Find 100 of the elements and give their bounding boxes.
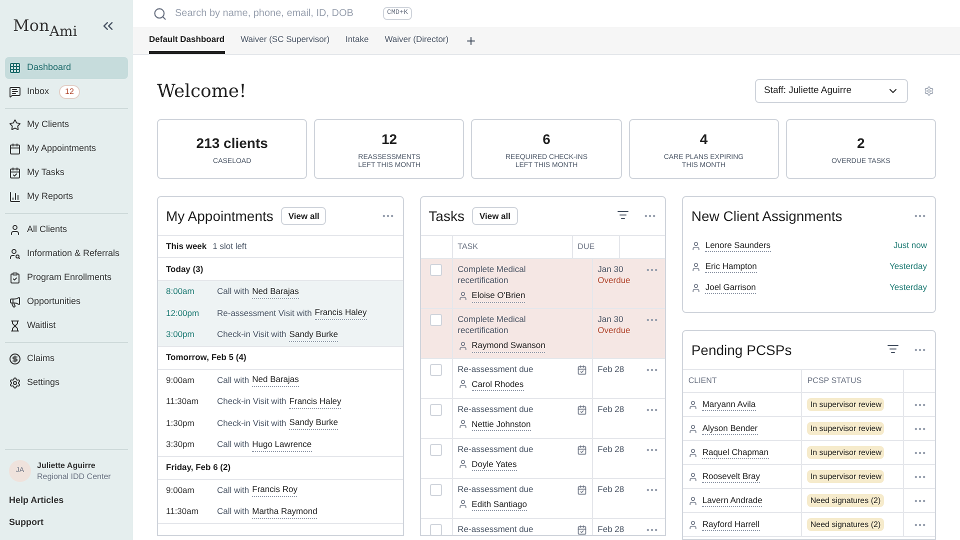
sidebar-item[interactable]: Information & Referrals [5, 243, 128, 265]
task-name: Re-assessment due [458, 444, 534, 454]
task-checkbox[interactable] [430, 404, 442, 416]
client-link[interactable]: Francis Haley [289, 394, 342, 409]
client-link[interactable]: Sandy Burke [289, 416, 338, 430]
add-tab-icon[interactable] [464, 34, 477, 47]
client-link[interactable]: Carol Rhodes [472, 378, 524, 392]
task-checkbox[interactable] [430, 364, 442, 376]
person-icon [691, 240, 702, 250]
client-link[interactable]: Francis Haley [314, 306, 367, 320]
staff-select[interactable]: Staff: Juliette Aguirre [755, 79, 908, 103]
sidebar-item[interactable]: My Clients [5, 114, 128, 136]
client-link[interactable]: Sandy Burke [289, 328, 338, 342]
task-name: Complete Medical recertification [458, 314, 527, 336]
dollar-icon [9, 353, 21, 365]
task-checkbox[interactable] [430, 314, 442, 326]
sidebar-item[interactable]: My Appointments [5, 138, 128, 160]
client-link[interactable]: Raymond Swanson [472, 338, 546, 352]
sidebar-item[interactable]: Program Enrollments [5, 267, 128, 289]
client-link[interactable]: Maryann Avila [702, 398, 756, 412]
overdue-label: Overdue [598, 324, 632, 336]
column-header: DUE [572, 236, 620, 258]
appointment-text: Call with [217, 374, 250, 387]
overdue-label: Overdue [598, 275, 632, 286]
stat-value: 2 [857, 134, 865, 152]
status-badge: Need signatures (2) [807, 494, 884, 507]
task-checkbox[interactable] [430, 264, 442, 276]
person-icon [688, 472, 698, 482]
client-link[interactable]: Hugo Lawrence [252, 438, 312, 452]
task-checkbox[interactable] [430, 444, 442, 456]
person-icon [458, 499, 468, 510]
client-link[interactable]: Roosevelt Bray [702, 470, 760, 484]
client-link[interactable]: Alyson Bender [702, 422, 758, 436]
status-badge: In supervisor review [807, 470, 884, 483]
logo: Mon$_{Ami}$ [13, 18, 78, 34]
view-all-button[interactable]: View all [472, 207, 518, 225]
sidebar-item[interactable]: Inbox 12 [5, 81, 128, 103]
task-name: Complete Medical recertification [458, 264, 527, 286]
client-link[interactable]: Doyle Yates [472, 458, 517, 472]
tab[interactable]: Waiver (Director) [384, 27, 449, 54]
client-link[interactable]: Eric Hampton [705, 260, 757, 274]
person-icon [9, 224, 21, 236]
sidebar-item[interactable]: Settings [5, 372, 128, 394]
grid-icon [9, 62, 21, 74]
client-link[interactable]: Martha Raymond [252, 504, 318, 519]
assigned-time: Yesterday [890, 260, 927, 273]
client-link[interactable]: Edith Santiago [472, 498, 527, 512]
appointment-text: Call with [217, 438, 250, 452]
sidebar-item[interactable]: My Reports [5, 186, 128, 208]
due-date: Feb 28 [598, 364, 626, 374]
search-field[interactable]: Search by name, phone, email, ID, DOB [175, 6, 375, 22]
column-header: PCSP STATUS [802, 370, 904, 392]
slots-note: 1 slot left [212, 240, 247, 253]
client-link[interactable]: Joel Garrison [705, 280, 756, 294]
client-link[interactable]: Raquel Chapman [702, 446, 768, 460]
task-name: Re-assessment due [458, 364, 534, 374]
megaphone-icon [9, 296, 21, 308]
filter-icon[interactable] [887, 343, 899, 355]
calendar-icon [9, 143, 21, 155]
client-link[interactable]: Ned Barajas [252, 284, 299, 299]
task-checkbox[interactable] [430, 524, 442, 535]
card-title: New Client Assignments [691, 206, 842, 226]
appointment-time: 11:30am [166, 505, 200, 518]
filter-icon[interactable] [617, 209, 630, 221]
calendar-check-icon [9, 167, 21, 179]
due-date: Feb 28 [598, 444, 626, 454]
sidebar-link[interactable]: Help Articles [9, 494, 124, 510]
status-badge: In supervisor review [807, 398, 884, 411]
sidebar-item[interactable]: All Clients [5, 219, 128, 241]
client-link[interactable]: Eloise O'Brien [472, 289, 526, 303]
tab[interactable]: Waiver (SC Supervisor) [240, 27, 330, 54]
client-link[interactable]: Lavern Andrade [702, 494, 762, 508]
appointment-text: Check-in Visit with [217, 395, 286, 408]
appointment-time: 11:30am [166, 395, 200, 408]
status-badge: In supervisor review [807, 422, 884, 435]
task-checkbox[interactable] [430, 484, 442, 496]
sidebar-item[interactable]: Claims [5, 348, 128, 370]
person-icon [458, 340, 468, 351]
settings-icon[interactable] [924, 86, 934, 96]
client-link[interactable]: Francis Roy [252, 483, 298, 498]
calendar-check-icon [576, 404, 587, 414]
user-organization: Regional IDD Center [37, 471, 111, 482]
sidebar-link[interactable]: Support [9, 516, 124, 532]
tab[interactable]: Intake [346, 27, 369, 54]
status-badge: Need signatures (2) [807, 518, 884, 531]
view-all-button[interactable]: View all [281, 207, 326, 225]
client-link[interactable]: Lenore Saunders [705, 238, 771, 252]
client-link[interactable]: Nettie Johnston [472, 418, 531, 432]
sidebar-item[interactable]: My Tasks [5, 162, 128, 184]
clipboard-icon [9, 272, 21, 284]
tab[interactable]: Default Dashboard [149, 27, 225, 54]
appointment-text: Re-assessment Visit with [217, 306, 312, 320]
sidebar-item[interactable]: Opportunities [5, 291, 128, 313]
sidebar-item[interactable]: Waitlist [5, 315, 128, 337]
client-link[interactable]: Rayford Harrell [702, 518, 760, 532]
week-label: This week [166, 240, 207, 253]
card-title: Pending PCSPs [691, 340, 792, 360]
column-header: TASK [452, 236, 573, 258]
sidebar-item[interactable]: Dashboard [5, 57, 128, 79]
client-link[interactable]: Ned Barajas [252, 373, 299, 388]
